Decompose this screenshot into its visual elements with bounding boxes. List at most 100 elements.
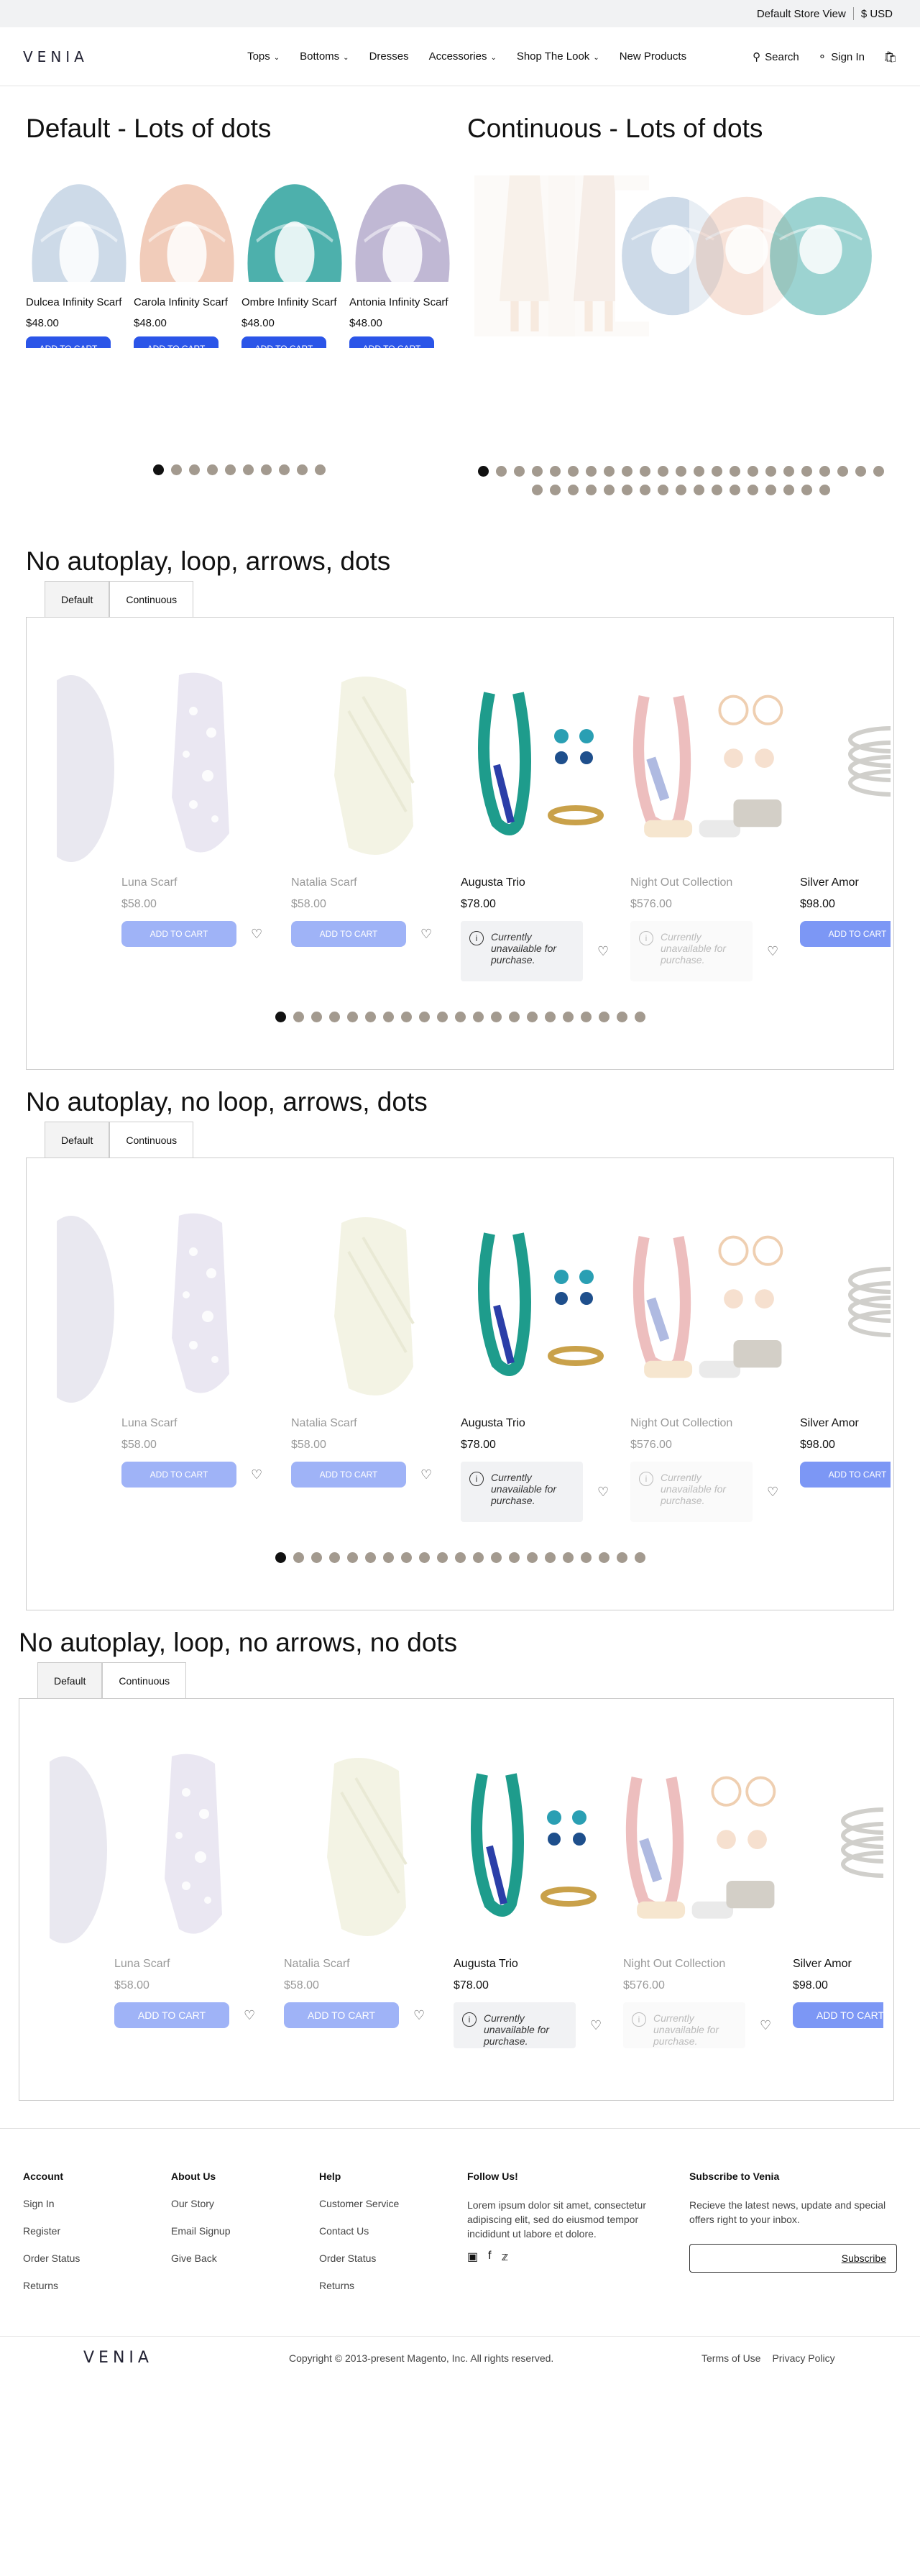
nav-item-bottoms[interactable]: Bottoms ⌄	[300, 50, 349, 63]
facebook-icon[interactable]: f	[488, 2250, 491, 2264]
carousel-dot[interactable]	[598, 1552, 610, 1563]
add-to-cart-button[interactable]: ADD TO CART	[121, 1462, 236, 1488]
carousel-dot[interactable]	[418, 1012, 430, 1022]
wishlist-heart-icon[interactable]: ♡	[420, 1467, 432, 1482]
carousel-dot[interactable]	[855, 466, 866, 477]
carousel-dot[interactable]	[639, 466, 650, 477]
product-image[interactable]	[793, 1742, 883, 1958]
carousel-dot[interactable]	[400, 1012, 412, 1022]
carousel-dot[interactable]	[346, 1012, 358, 1022]
carousel-dot[interactable]	[562, 1552, 574, 1563]
carousel-dot[interactable]	[189, 464, 200, 475]
carousel-dot[interactable]	[531, 485, 543, 495]
footer-link[interactable]: Order Status	[23, 2252, 171, 2264]
carousel-dot[interactable]	[279, 464, 290, 475]
carousel-dot[interactable]	[693, 466, 704, 477]
carousel-dot[interactable]	[364, 1552, 376, 1563]
carousel-dot[interactable]	[837, 466, 848, 477]
product-image[interactable]	[284, 1742, 442, 1958]
carousel-dot[interactable]	[693, 485, 704, 495]
carousel-dot[interactable]	[436, 1552, 448, 1563]
product-name[interactable]: Carola Infinity Scarf	[134, 296, 242, 308]
carousel-dot[interactable]	[747, 466, 758, 477]
product-name[interactable]: Antonia Infinity Scarf	[349, 296, 453, 308]
wishlist-heart-icon[interactable]: ♡	[244, 2008, 255, 2023]
carousel-dot[interactable]	[657, 485, 668, 495]
product-name[interactable]: Dulcea Infinity Scarf	[26, 296, 134, 308]
carousel-dot[interactable]	[382, 1552, 394, 1563]
subscribe-button[interactable]: Subscribe	[842, 2252, 886, 2264]
carousel-dot[interactable]	[310, 1012, 322, 1022]
product-name[interactable]: Natalia Scarf	[284, 1958, 442, 1971]
carousel-dot[interactable]	[293, 1012, 304, 1022]
product-name[interactable]: Night Out Collection	[630, 1417, 788, 1430]
carousel-dot[interactable]	[526, 1552, 538, 1563]
carousel-dot[interactable]	[873, 466, 884, 477]
add-to-cart-button[interactable]: ADD TO CART	[242, 336, 326, 348]
carousel-dot[interactable]	[562, 1012, 574, 1022]
wishlist-heart-icon[interactable]: ♡	[590, 2018, 602, 2033]
carousel-dot[interactable]	[513, 466, 525, 477]
product-image[interactable]	[630, 1201, 788, 1417]
add-to-cart-button[interactable]: ADD TO CART	[800, 921, 891, 947]
product-image[interactable]	[800, 661, 891, 876]
product-image[interactable]	[57, 675, 114, 862]
product-name[interactable]: Silver Amor	[800, 1417, 891, 1430]
add-to-cart-button[interactable]: ADD TO CART	[349, 336, 434, 348]
carousel-dot[interactable]	[346, 1552, 358, 1563]
carousel-dot[interactable]	[400, 1552, 412, 1563]
carousel-dot[interactable]	[243, 464, 254, 475]
add-to-cart-button[interactable]: ADD TO CART	[26, 336, 111, 348]
product-image[interactable]	[57, 1216, 114, 1403]
carousel-dot[interactable]	[634, 1012, 645, 1022]
wishlist-heart-icon[interactable]: ♡	[420, 927, 432, 942]
carousel-dot[interactable]	[171, 464, 182, 475]
carousel-dot[interactable]	[549, 485, 561, 495]
carousel-dot[interactable]	[490, 1552, 502, 1563]
carousel-dot[interactable]	[297, 464, 308, 475]
footer-link[interactable]: Returns	[319, 2280, 467, 2291]
carousel-dot[interactable]	[603, 485, 615, 495]
carousel-dot[interactable]	[275, 1552, 286, 1563]
product-name[interactable]: Augusta Trio	[454, 1958, 612, 1971]
carousel-dot[interactable]	[490, 1012, 502, 1022]
wishlist-heart-icon[interactable]: ♡	[767, 1485, 778, 1500]
carousel-dot[interactable]	[261, 464, 272, 475]
add-to-cart-button[interactable]: ADD TO CART	[800, 1462, 891, 1488]
tab-default[interactable]: Default	[45, 1122, 110, 1158]
carousel-dot[interactable]	[531, 466, 543, 477]
carousel-dot[interactable]	[585, 466, 597, 477]
product-name[interactable]: Night Out Collection	[623, 1958, 781, 1971]
wishlist-heart-icon[interactable]: ♡	[251, 927, 262, 942]
nav-item-tops[interactable]: Tops ⌄	[247, 50, 280, 63]
wishlist-heart-icon[interactable]: ♡	[767, 944, 778, 959]
footer-link[interactable]: Returns	[23, 2280, 171, 2291]
product-image[interactable]	[114, 1742, 272, 1958]
carousel-dot[interactable]	[634, 1552, 645, 1563]
carousel-dot[interactable]	[293, 1552, 304, 1563]
carousel-dot[interactable]	[477, 466, 489, 477]
product-name[interactable]: Silver Amor	[800, 876, 891, 889]
product-image[interactable]	[121, 661, 280, 876]
carousel-dot[interactable]	[310, 1552, 322, 1563]
carousel-dot[interactable]	[454, 1552, 466, 1563]
wishlist-heart-icon[interactable]: ♡	[597, 1485, 609, 1500]
carousel-dot[interactable]	[783, 466, 794, 477]
product-image[interactable]	[763, 175, 878, 336]
carousel-dot[interactable]	[153, 464, 164, 475]
carousel-dot[interactable]	[382, 1012, 394, 1022]
carousel-dot[interactable]	[225, 464, 236, 475]
carousel-dot[interactable]	[436, 1012, 448, 1022]
carousel-dot[interactable]	[207, 464, 218, 475]
carousel-dot[interactable]	[364, 1012, 376, 1022]
product-image[interactable]	[623, 1742, 781, 1958]
wishlist-heart-icon[interactable]: ♡	[413, 2008, 425, 2023]
add-to-cart-button[interactable]: ADD TO CART	[284, 2002, 399, 2028]
carousel-dot[interactable]	[616, 1552, 627, 1563]
carousel-dot[interactable]	[418, 1552, 430, 1563]
product-image[interactable]	[630, 661, 788, 876]
add-to-cart-button[interactable]: ADD TO CART	[121, 921, 236, 947]
product-name[interactable]: Natalia Scarf	[291, 876, 449, 889]
footer-link[interactable]: Customer Service	[319, 2198, 467, 2209]
subscribe-field[interactable]: Subscribe	[689, 2244, 897, 2273]
